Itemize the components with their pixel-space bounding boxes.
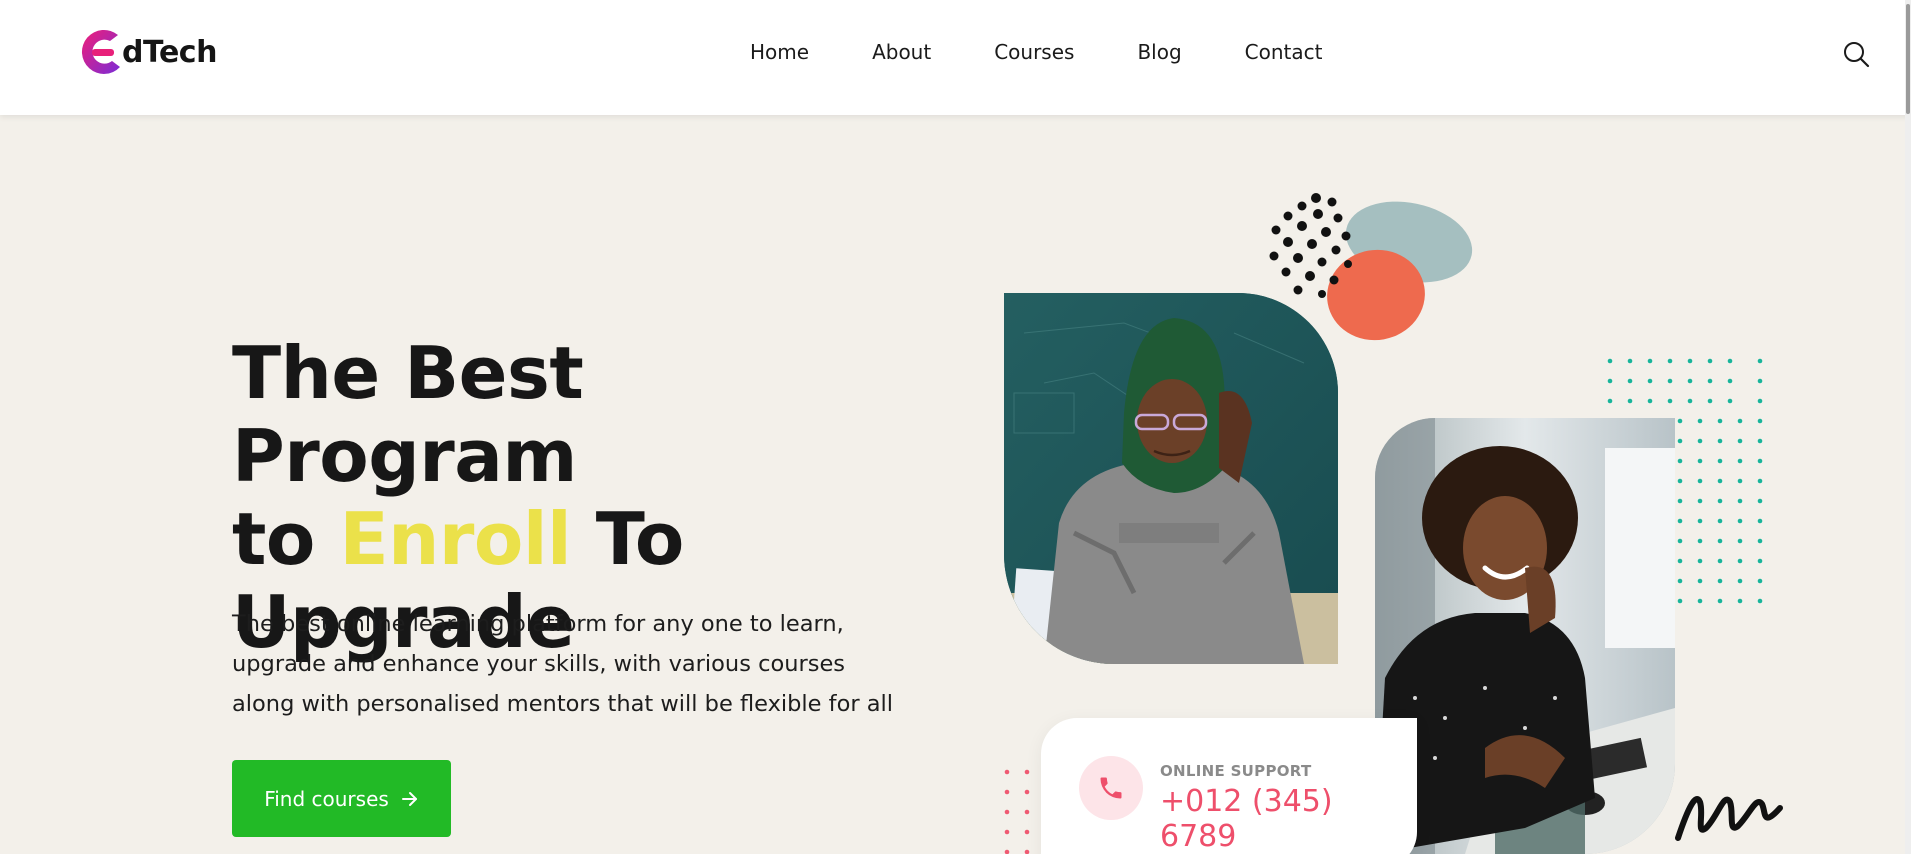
site-header: dTech Home About Courses Blog Contact	[0, 0, 1911, 115]
phone-icon-badge	[1079, 756, 1143, 820]
find-courses-label: Find courses	[264, 786, 389, 811]
arrow-right-icon	[401, 791, 417, 806]
nav-item-blog[interactable]: Blog	[1137, 40, 1181, 64]
scrollbar-thumb[interactable]	[1906, 4, 1910, 114]
support-label: ONLINE SUPPORT	[1160, 762, 1312, 780]
decor-black-dots	[1269, 193, 1352, 298]
student-photo-2	[1375, 418, 1675, 854]
nav-item-about[interactable]: About	[872, 40, 931, 64]
logo-mark-icon	[81, 29, 120, 74]
hero-title-highlight: Enroll	[339, 497, 572, 581]
nav-item-courses[interactable]: Courses	[994, 40, 1074, 64]
online-support-card[interactable]: ONLINE SUPPORT +012 (345) 6789	[1041, 718, 1417, 854]
brand-logo[interactable]: dTech	[76, 24, 217, 80]
hero-title-line1: The Best Program	[232, 331, 584, 498]
hero-title-line2-start: to	[232, 497, 340, 581]
search-icon[interactable]	[1842, 40, 1870, 68]
nav-item-home[interactable]: Home	[750, 40, 809, 64]
hero-title-line2-end: To	[571, 497, 685, 581]
main-nav: Home About Courses Blog Contact	[750, 40, 1322, 64]
phone-icon	[1100, 777, 1122, 799]
nav-item-contact[interactable]: Contact	[1245, 40, 1323, 64]
student-photo-1	[1004, 293, 1338, 664]
page-scrollbar[interactable]	[1905, 0, 1911, 854]
hero-description: The best online learning platform for an…	[232, 611, 894, 717]
brand-name: dTech	[122, 34, 217, 70]
decor-squiggle	[1675, 796, 1783, 841]
support-phone-number[interactable]: +012 (345) 6789	[1160, 784, 1417, 854]
find-courses-button[interactable]: Find courses	[232, 760, 451, 837]
